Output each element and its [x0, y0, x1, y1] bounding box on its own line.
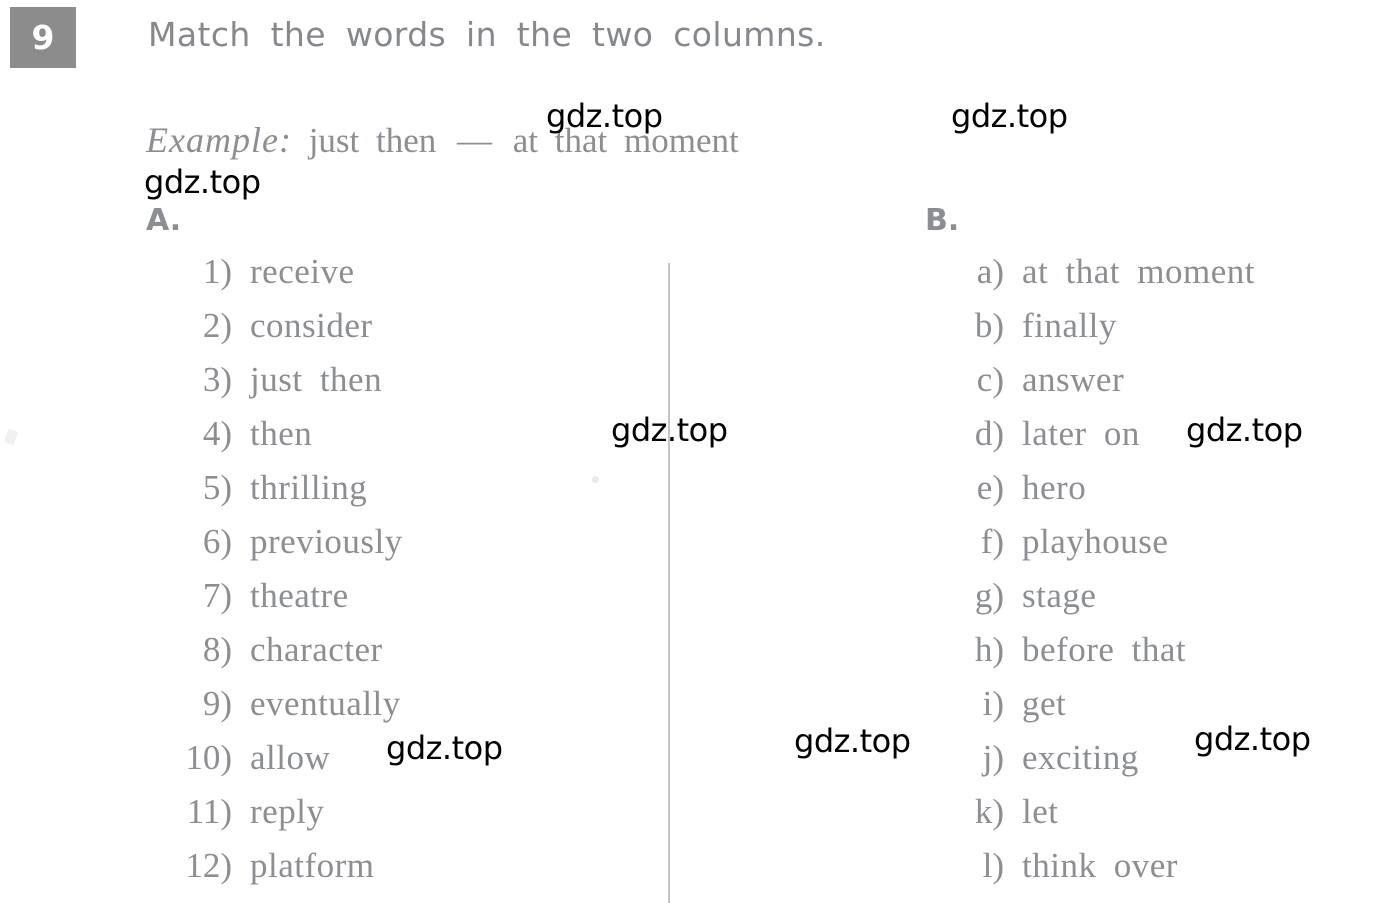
word-text: receive — [250, 252, 355, 291]
word-row[interactable]: h) before that — [912, 630, 1255, 684]
watermark: gdz.top — [951, 97, 1068, 135]
word-row[interactable]: 5) thrilling — [140, 468, 403, 522]
word-row[interactable]: 8) character — [140, 630, 403, 684]
scan-artifact-center — [592, 476, 599, 483]
watermark: gdz.top — [386, 729, 503, 767]
word-marker: 10) — [185, 738, 232, 777]
word-row[interactable]: 2) consider — [140, 306, 403, 360]
example-label: Example: — [146, 120, 292, 160]
word-marker: l) — [982, 846, 1004, 885]
word-text: just then — [250, 360, 383, 399]
word-marker: g) — [974, 576, 1004, 615]
word-row[interactable]: a) at that moment — [912, 252, 1255, 306]
word-row[interactable]: 10) allow — [140, 738, 403, 792]
word-marker: 7) — [202, 576, 232, 615]
word-row[interactable]: 7) theatre — [140, 576, 403, 630]
word-text: at that moment — [1022, 252, 1255, 291]
word-row[interactable]: 6) previously — [140, 522, 403, 576]
word-row[interactable]: 1) receive — [140, 252, 403, 306]
word-text: answer — [1022, 360, 1125, 399]
word-marker: j) — [982, 738, 1004, 777]
word-row[interactable]: l) think over — [912, 846, 1255, 900]
word-marker: 3) — [202, 360, 232, 399]
word-marker: 5) — [202, 468, 232, 507]
word-marker: 1) — [202, 252, 232, 291]
word-marker: h) — [974, 630, 1004, 669]
exercise-number-badge: 9 — [10, 7, 76, 68]
word-text: theatre — [250, 576, 349, 615]
word-marker: 8) — [202, 630, 232, 669]
word-text: get — [1022, 684, 1067, 723]
word-marker: 12) — [185, 846, 232, 885]
watermark: gdz.top — [611, 411, 728, 449]
watermark: gdz.top — [546, 97, 663, 135]
word-text: previously — [250, 522, 403, 561]
word-text: allow — [250, 738, 331, 777]
watermark: gdz.top — [1186, 411, 1303, 449]
word-row[interactable]: 12) platform — [140, 846, 403, 900]
word-text: let — [1022, 792, 1059, 831]
word-marker: d) — [974, 414, 1004, 453]
word-text: think over — [1022, 846, 1178, 885]
watermark: gdz.top — [794, 722, 911, 760]
word-row[interactable]: 4) then — [140, 414, 403, 468]
word-marker: 6) — [202, 522, 232, 561]
example-left-word: just then — [308, 121, 437, 160]
word-row[interactable]: f) playhouse — [912, 522, 1255, 576]
word-text: later on — [1022, 414, 1140, 453]
word-marker: e) — [976, 468, 1004, 507]
word-text: consider — [250, 306, 373, 345]
column-a-header: A. — [146, 203, 182, 238]
word-row[interactable]: g) stage — [912, 576, 1255, 630]
word-text: finally — [1022, 306, 1117, 345]
watermark: gdz.top — [144, 163, 261, 201]
word-marker: 11) — [186, 792, 232, 831]
word-marker: k) — [974, 792, 1004, 831]
word-text: thrilling — [250, 468, 368, 507]
word-text: character — [250, 630, 383, 669]
word-text: hero — [1022, 468, 1087, 507]
word-row[interactable]: 11) reply — [140, 792, 403, 846]
word-marker: b) — [974, 306, 1004, 345]
exercise-instruction: Match the words in the two columns. — [148, 15, 826, 54]
word-marker: a) — [976, 252, 1004, 291]
word-text: reply — [250, 792, 325, 831]
word-row[interactable]: e) hero — [912, 468, 1255, 522]
word-text: stage — [1022, 576, 1097, 615]
word-marker: c) — [976, 360, 1004, 399]
word-row[interactable]: c) answer — [912, 360, 1255, 414]
word-row[interactable]: 9) eventually — [140, 684, 403, 738]
column-b-header: B. — [925, 203, 960, 238]
column-divider — [668, 263, 670, 903]
word-text: platform — [250, 846, 375, 885]
column-a-list: 1) receive 2) consider 3) just then 4) then 5) th… — [140, 252, 403, 900]
exercise-number: 9 — [31, 18, 55, 57]
column-b-list: a) at that moment b) finally c) answer d) later… — [912, 252, 1255, 900]
scan-artifact-left — [3, 428, 19, 446]
word-text: eventually — [250, 684, 401, 723]
word-text: playhouse — [1022, 522, 1169, 561]
word-row[interactable]: 3) just then — [140, 360, 403, 414]
word-marker: f) — [980, 522, 1004, 561]
word-row[interactable]: k) let — [912, 792, 1255, 846]
watermark: gdz.top — [1194, 720, 1311, 758]
word-marker: i) — [982, 684, 1004, 723]
word-text: then — [250, 414, 313, 453]
word-marker: 2) — [202, 306, 232, 345]
word-marker: 4) — [202, 414, 232, 453]
example-dash: — — [457, 121, 493, 160]
word-row[interactable]: b) finally — [912, 306, 1255, 360]
word-text: exciting — [1022, 738, 1139, 777]
word-marker: 9) — [202, 684, 232, 723]
word-text: before that — [1022, 630, 1187, 669]
